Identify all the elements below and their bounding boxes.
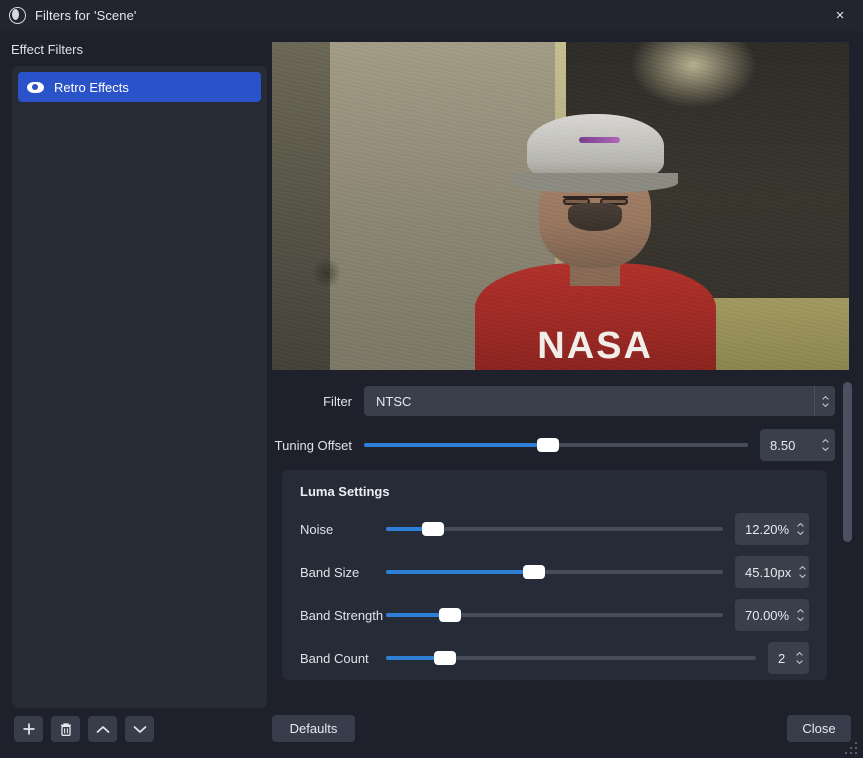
band-size-row: Band Size 45.10px <box>282 555 827 589</box>
tuning-offset-spinbox[interactable]: 8.50 <box>760 429 835 461</box>
list-item-label: Retro Effects <box>54 79 129 95</box>
move-filter-up-button[interactable] <box>88 716 117 742</box>
band-size-slider[interactable] <box>386 562 723 582</box>
close-button[interactable]: Close <box>787 715 851 742</box>
filter-preview: NASA <box>272 42 849 370</box>
filter-select-value: NTSC <box>376 393 412 409</box>
tuning-offset-value: 8.50 <box>770 437 796 453</box>
filters-dialog: Filters for 'Scene' × Effect Filters Ret… <box>0 0 863 758</box>
window-title: Filters for 'Scene' <box>35 8 137 23</box>
band-count-value: 2 <box>778 650 786 666</box>
list-item[interactable]: Retro Effects <box>18 72 261 102</box>
remove-filter-button[interactable] <box>51 716 80 742</box>
band-count-slider[interactable] <box>386 648 756 668</box>
effect-filters-list: Retro Effects <box>12 66 267 708</box>
filter-select[interactable]: NTSC <box>364 386 835 416</box>
filter-settings-panel: Filter NTSC Tuning Offset 8.50 Luma Sett… <box>272 380 835 708</box>
title-bar: Filters for 'Scene' × <box>0 0 863 31</box>
band-count-label: Band Count <box>300 650 369 666</box>
noise-value: 12.20% <box>745 521 790 537</box>
band-strength-stepper-icon[interactable] <box>797 609 804 621</box>
filter-select-arrows-icon[interactable] <box>814 386 835 416</box>
filter-select-row: Filter NTSC <box>272 386 835 416</box>
tuning-offset-slider[interactable] <box>364 435 748 455</box>
tuning-offset-stepper-icon[interactable] <box>822 439 829 451</box>
noise-stepper-icon[interactable] <box>797 523 804 535</box>
luma-settings-title: Luma Settings <box>300 484 390 499</box>
band-strength-row: Band Strength 70.00% <box>282 598 827 632</box>
noise-label: Noise <box>300 521 334 537</box>
tuning-offset-label: Tuning Offset <box>274 437 352 453</box>
band-count-row: Band Count 2 <box>282 641 827 675</box>
eye-icon[interactable] <box>26 78 44 96</box>
band-size-label: Band Size <box>300 564 360 580</box>
luma-settings-group: Luma Settings Noise 12.20% Band Size 45.… <box>282 470 827 680</box>
ntsc-scanline-overlay <box>272 42 849 370</box>
settings-scrollbar[interactable] <box>843 382 852 704</box>
window-close-icon[interactable]: × <box>817 0 863 31</box>
noise-spinbox[interactable]: 12.20% <box>735 513 809 545</box>
move-filter-down-button[interactable] <box>125 716 154 742</box>
band-size-value: 45.10px <box>745 564 792 580</box>
band-size-stepper-icon[interactable] <box>799 566 807 578</box>
band-count-stepper-icon[interactable] <box>796 652 803 664</box>
filter-toolbar <box>14 716 154 742</box>
band-count-spinbox[interactable]: 2 <box>768 642 809 674</box>
defaults-button[interactable]: Defaults <box>272 715 355 742</box>
noise-slider[interactable] <box>386 519 723 539</box>
band-strength-slider[interactable] <box>386 605 723 625</box>
effect-filters-header: Effect Filters <box>11 42 84 57</box>
add-filter-button[interactable] <box>14 716 43 742</box>
noise-row: Noise 12.20% <box>282 512 827 546</box>
band-strength-spinbox[interactable]: 70.00% <box>735 599 809 631</box>
resize-grip[interactable] <box>845 742 859 754</box>
tuning-offset-row: Tuning Offset 8.50 <box>272 428 835 462</box>
obs-logo-icon <box>9 7 26 24</box>
band-size-spinbox[interactable]: 45.10px <box>735 556 809 588</box>
band-strength-label: Band Strength <box>300 607 384 623</box>
filter-label: Filter <box>323 393 352 409</box>
band-strength-value: 70.00% <box>745 607 790 623</box>
settings-scrollbar-thumb[interactable] <box>843 382 852 542</box>
